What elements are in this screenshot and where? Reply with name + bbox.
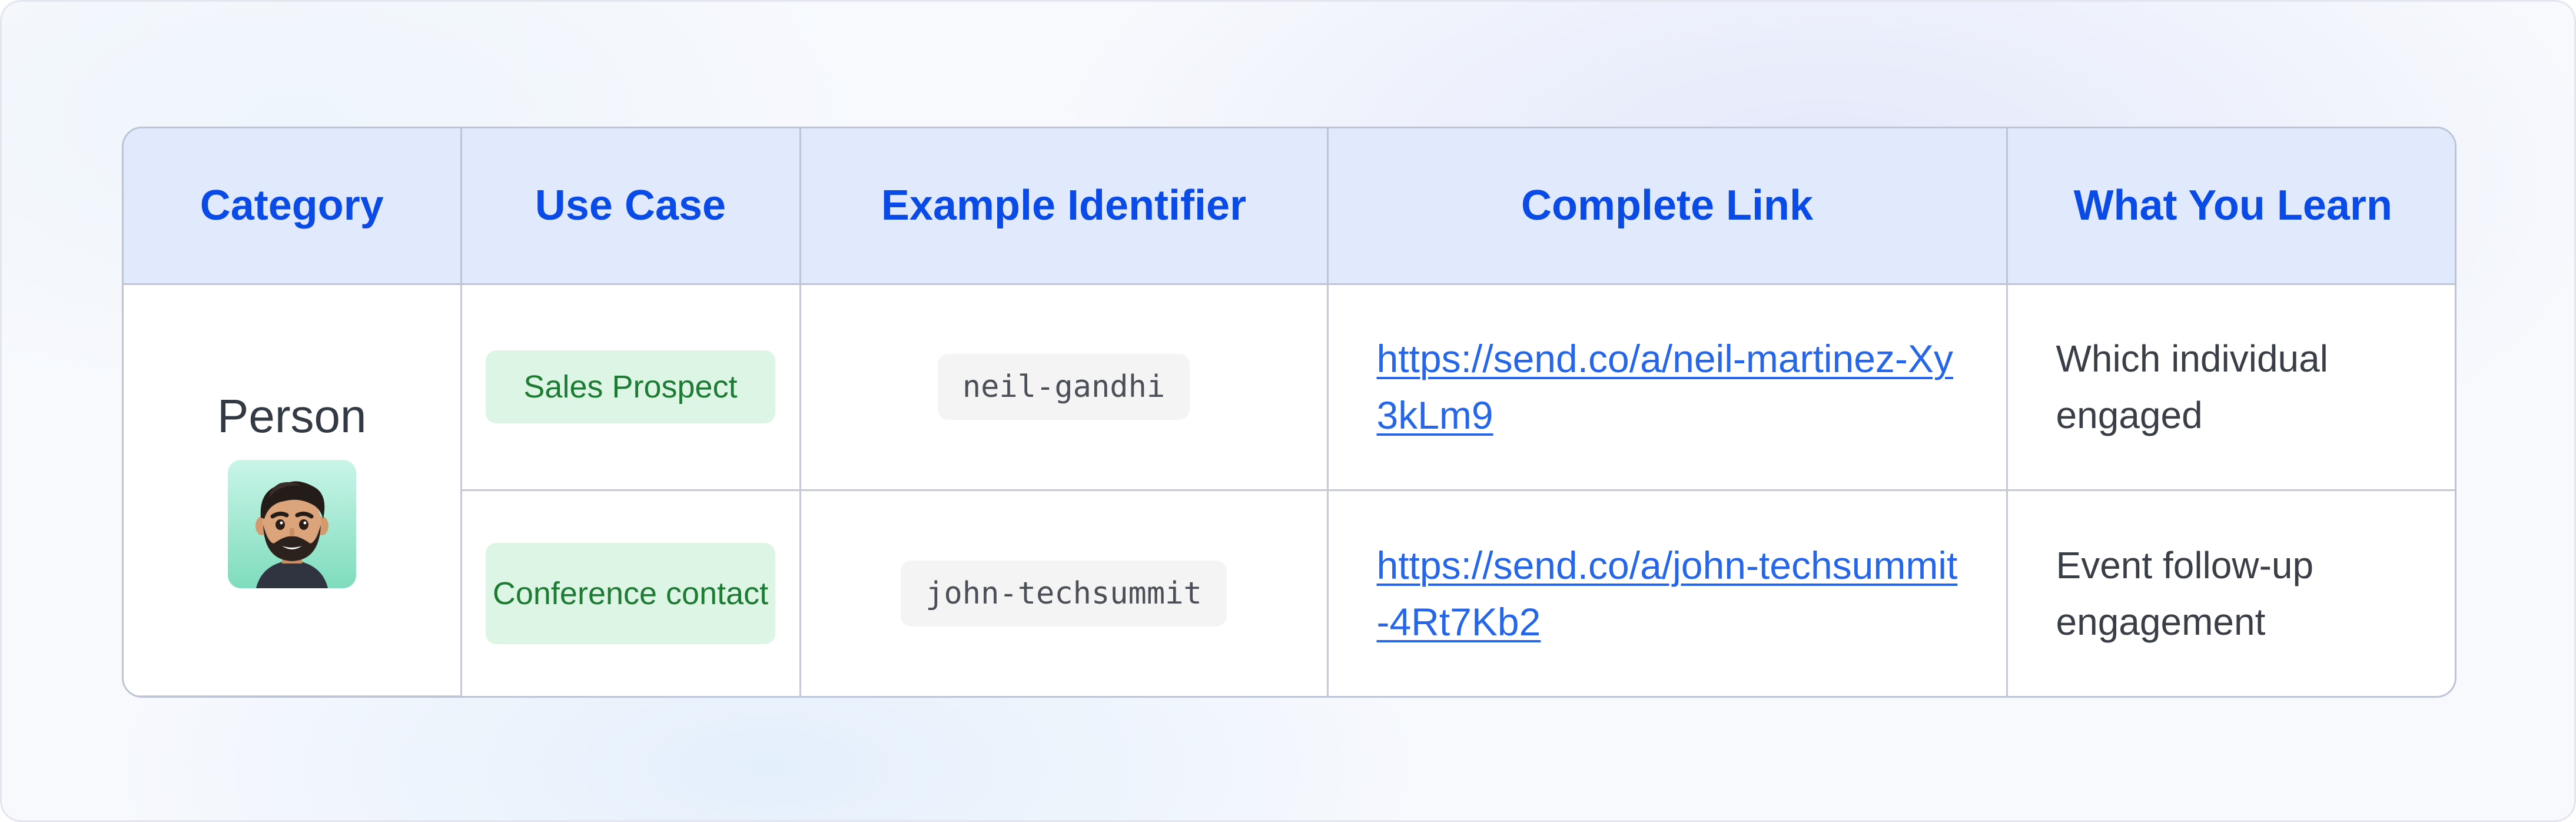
learn-cell: Which individual engaged [2007, 284, 2455, 491]
use-case-tag: Conference contact [486, 542, 775, 644]
page-card: Category Use Case Example Identifier Com… [0, 0, 2576, 822]
category-label: Person [217, 389, 367, 442]
header-what-you-learn: What You Learn [2007, 128, 2455, 285]
table-grid: Category Use Case Example Identifier Com… [124, 128, 2455, 696]
header-category: Category [124, 128, 462, 285]
identifier-cell: neil-gandhi [800, 284, 1329, 491]
identifier-code: john-techsummit [901, 560, 1227, 627]
use-case-tag: Sales Prospect [486, 350, 775, 423]
header-complete-link: Complete Link [1327, 128, 2008, 285]
identifier-cell: john-techsummit [800, 490, 1329, 696]
complete-link[interactable]: https://send.co/a/neil-martinez-Xy3kLm9 [1329, 330, 2006, 443]
memoji-graphic [255, 480, 328, 588]
table-row: Conference contact john-techsummit https… [124, 490, 2455, 696]
link-examples-table: Category Use Case Example Identifier Com… [122, 127, 2457, 698]
identifier-code: neil-gandhi [937, 354, 1190, 420]
use-case-cell: Sales Prospect [461, 284, 801, 491]
link-cell: https://send.co/a/john-techsummit-4Rt7Kb… [1327, 490, 2008, 696]
what-you-learn-text: Event follow-up engagement [2056, 543, 2314, 643]
header-example-identifier: Example Identifier [800, 128, 1329, 285]
table-row: Person Sales Prospect neil-gandhi https:… [124, 284, 2455, 696]
link-cell: https://send.co/a/neil-martinez-Xy3kLm9 [1327, 284, 2008, 491]
learn-cell: Event follow-up engagement [2007, 490, 2455, 696]
category-cell: Person [124, 284, 462, 696]
complete-link[interactable]: https://send.co/a/john-techsummit-4Rt7Kb… [1329, 537, 2006, 650]
header-use-case: Use Case [461, 128, 801, 285]
use-case-cell: Conference contact [461, 490, 801, 696]
header-row: Category Use Case Example Identifier Com… [124, 128, 2455, 285]
what-you-learn-text: Which individual engaged [2056, 337, 2328, 436]
person-memoji-icon [227, 459, 356, 588]
